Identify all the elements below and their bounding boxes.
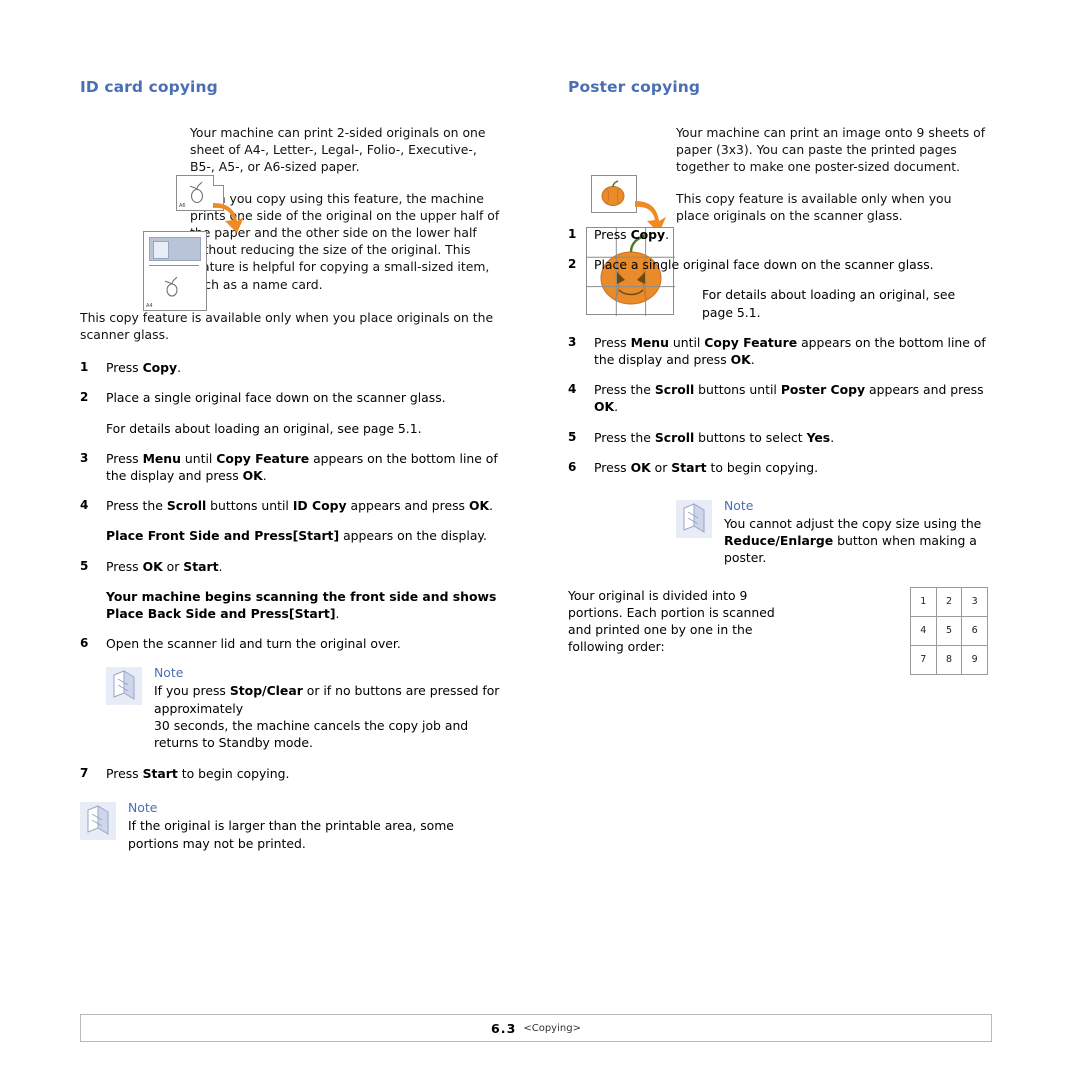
list-item: 7 Press Start to begin copying. [80,765,500,782]
list-item: 4 Press the Scroll buttons until ID Copy… [80,497,500,514]
step-text: Press Menu until Copy Feature appears on… [106,450,498,484]
step-sub-text: For details about loading an original, s… [106,420,422,436]
step-sub-text: Place Front Side and Press[Start] appear… [106,528,487,544]
step-number: 4 [568,382,577,397]
step-number: 1 [568,227,577,242]
step-number: 2 [568,257,577,272]
print-order-text: Your original is divided into 9 portions… [568,587,775,655]
right-intro-text: Your machine can print an image onto 9 s… [676,124,988,224]
document-page: ID card copying A6 A4 Your machine can p… [0,0,1080,1080]
note-title: Note [154,665,184,681]
step-text: Press the Scroll buttons until ID Copy a… [106,498,494,514]
step-text: Press the Scroll buttons until Poster Co… [594,382,984,415]
step-text: Place a single original face down on the… [594,257,934,273]
list-item: 5 Press OK or Start. [80,558,500,575]
large-sheet-icon: A4 [143,231,207,311]
small-sheet-size-label: A6 [179,203,186,209]
list-item: 3 Press Menu until Copy Feature appears … [80,450,500,484]
step-text: Press OK or Start. [106,558,223,574]
step-text: Press Copy. [106,360,182,376]
step-text: Press the Scroll buttons to select Yes. [594,429,835,445]
photo-placeholder [153,241,169,259]
list-item: 4 Press the Scroll buttons until Poster … [568,381,988,415]
list-item: 5 Press the Scroll buttons to select Yes… [568,429,988,446]
note-block-reduce-enlarge: Note You cannot adjust the copy size usi… [676,498,988,567]
pumpkin-icon [601,180,625,206]
page-title-id-card-copying: ID card copying [80,78,218,96]
step-text: Press Start to begin copying. [106,766,290,782]
order-cell: 7 [910,644,937,675]
note-title: Note [128,800,158,816]
footer-chapter-label: <Copying> [523,1022,581,1034]
poster-illustration [581,125,691,316]
step-number: 4 [80,498,89,513]
paragraph: Your machine can print 2-sided originals… [190,125,486,175]
left-glass-note-text: This copy feature is available only when… [80,309,500,343]
list-item: 6 Open the scanner lid and turn the orig… [80,635,500,652]
right-column: Poster copying Your machine can print an… [568,78,988,677]
paragraph: Your machine can print an image onto 9 s… [676,125,986,175]
note-block-printable-area: Note If the original is larger than the … [80,800,500,851]
order-cell: 3 [961,586,988,617]
step-number: 3 [80,450,89,465]
list-item: 6 Press OK or Start to begin copying. [568,459,988,476]
list-item: 3 Press Menu until Copy Feature appears … [568,334,988,368]
footer-page-number: 6.3 [491,1020,517,1036]
note-title: Note [724,498,754,514]
order-cell: 4 [910,615,937,646]
note-block-stop-clear: Note If you press Stop/Clear or if no bu… [106,665,500,751]
step-number: 2 [80,390,89,405]
note-pencil-icon [676,500,712,539]
step-text: Press Copy. [594,227,670,243]
table-row: 1 2 3 [910,586,988,617]
card-back-doodle [164,276,178,297]
step-number: 1 [80,360,89,375]
order-cell: 1 [910,586,937,617]
large-sheet-size-label: A4 [146,303,153,309]
table-row: 7 8 9 [910,644,988,675]
step-sub-text: For details about loading an original, s… [702,287,956,320]
print-order-grid: 1 2 3 4 5 6 7 8 9 [910,586,988,675]
list-item: 1 Press Copy. [80,359,500,376]
print-order-section: Your original is divided into 9 portions… [568,586,988,677]
step-text: Press Menu until Copy Feature appears on… [594,334,986,368]
list-item: 1 Press Copy. [568,226,988,243]
paragraph: This copy feature is available only when… [80,309,494,343]
paragraph: This copy feature is available only when… [676,190,952,223]
order-cell: 8 [935,644,963,675]
small-original-icon [591,175,637,213]
list-item: 2 Place a single original face down on t… [80,389,500,406]
note-body: You cannot adjust the copy size using th… [724,516,982,566]
list-item: 2 Place a single original face down on t… [568,256,988,273]
note-body: If the original is larger than the print… [128,818,454,851]
step-number: 5 [568,429,577,444]
id-card-illustration: A6 A4 [93,125,244,311]
left-column: ID card copying A6 A4 Your machine can p… [80,78,500,866]
page-title-poster-copying: Poster copying [568,78,701,96]
note-pencil-icon [106,667,142,706]
card-front-preview [149,237,201,261]
orange-arrow-icon [213,203,244,233]
step-number: 5 [80,558,89,573]
right-steps-list-cont: 3 Press Menu until Copy Feature appears … [568,334,988,476]
step-text: Place a single original face down on the… [106,390,446,406]
step-number: 7 [80,766,89,781]
step-number: 3 [568,334,577,349]
left-steps-list-cont: 7 Press Start to begin copying. [80,765,500,782]
order-cell: 2 [935,586,963,617]
step-sub-text: Your machine begins scanning the front s… [106,588,497,622]
note-pencil-icon [80,802,116,841]
table-row: 4 5 6 [910,615,988,646]
step-text: Press OK or Start to begin copying. [594,459,819,475]
note-body: If you press Stop/Clear or if no buttons… [154,683,500,751]
step-text: Open the scanner lid and turn the origin… [106,636,401,652]
left-steps-list: 1 Press Copy. 2 Place a single original … [80,359,500,652]
order-cell: 5 [935,615,963,646]
order-cell: 9 [961,644,988,675]
order-cell: 6 [961,615,988,646]
page-footer: 6.3 <Copying> [80,1014,992,1042]
step-number: 6 [568,459,577,474]
step-number: 6 [80,636,89,651]
